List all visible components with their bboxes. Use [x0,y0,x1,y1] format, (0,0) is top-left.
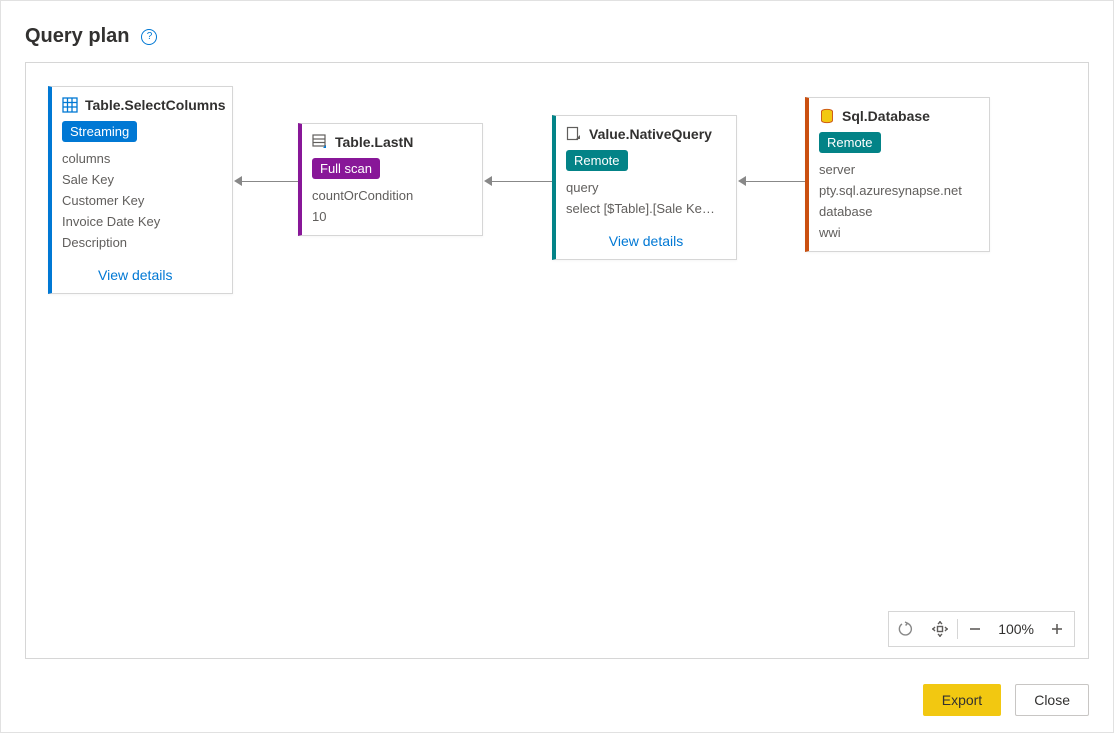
fit-to-screen-button[interactable] [923,612,957,646]
node-title: Table.LastN [335,134,413,150]
node-body: columns Sale Key Customer Key Invoice Da… [52,148,232,261]
edge-arrow [234,176,298,186]
status-badge: Remote [819,132,881,153]
node-sql-database[interactable]: Sql.Database Remote server pty.sql.azure… [805,97,990,252]
query-plan-canvas[interactable]: Table.SelectColumns Streaming columns Sa… [26,63,1088,658]
help-icon[interactable]: ? [141,29,157,45]
node-title: Value.NativeQuery [589,126,712,142]
status-badge: Remote [566,150,628,171]
reset-zoom-button[interactable] [889,612,923,646]
zoom-level-label: 100% [992,621,1040,637]
node-body: countOrCondition 10 [302,185,482,235]
node-title: Table.SelectColumns [85,97,226,113]
node-body: query select [$Table].[Sale Ke… [556,177,736,227]
status-badge: Full scan [312,158,380,179]
edge-arrow [738,176,805,186]
zoom-out-button[interactable] [958,612,992,646]
export-button[interactable]: Export [923,684,1001,716]
close-button[interactable]: Close [1015,684,1089,716]
view-details-link[interactable]: View details [556,227,736,259]
node-body: server pty.sql.azuresynapse.net database… [809,159,989,251]
dialog-footer: Export Close [923,684,1089,716]
status-badge: Streaming [62,121,137,142]
canvas-frame: Table.SelectColumns Streaming columns Sa… [25,62,1089,659]
database-icon [819,108,835,124]
node-table-lastn[interactable]: Table.LastN Full scan countOrCondition 1… [298,123,483,236]
zoom-toolbar: 100% [888,611,1075,647]
rows-icon [312,134,328,150]
node-title: Sql.Database [842,108,930,124]
view-details-link[interactable]: View details [52,261,232,293]
page-title: Query plan [25,25,129,48]
node-table-selectcolumns[interactable]: Table.SelectColumns Streaming columns Sa… [48,86,233,294]
table-icon [62,97,78,113]
zoom-in-button[interactable] [1040,612,1074,646]
edge-arrow [484,176,552,186]
node-value-nativequery[interactable]: Value.NativeQuery Remote query select [$… [552,115,737,260]
native-query-icon [566,126,582,142]
dialog-header: Query plan ? [1,1,1113,62]
